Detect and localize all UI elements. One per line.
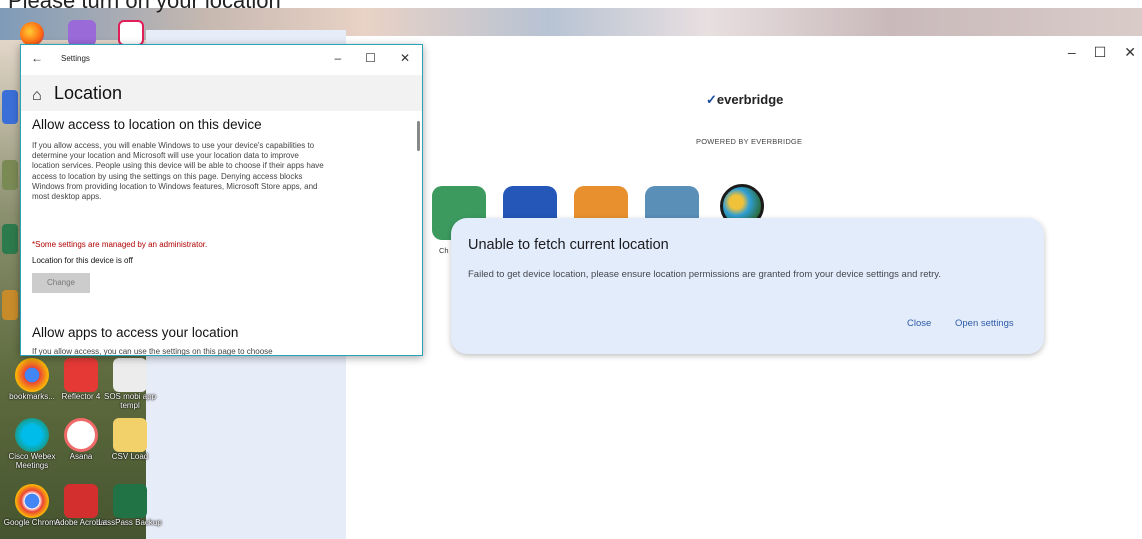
- close-icon[interactable]: ✕: [1124, 44, 1136, 61]
- location-error-dialog: Unable to fetch current location Failed …: [451, 218, 1044, 354]
- bookmarks-icon: [15, 358, 49, 392]
- scrollbar[interactable]: [417, 121, 420, 151]
- flower-app-icon[interactable]: [68, 20, 96, 46]
- slack-icon[interactable]: [118, 20, 144, 46]
- section-heading-device-access: Allow access to location on this device: [32, 117, 262, 132]
- back-arrow-icon[interactable]: ←: [31, 51, 43, 65]
- acrobat-icon: [64, 484, 98, 518]
- settings-window: ← Settings – ☐ ✕ ⌂ Location Allow access…: [20, 44, 423, 356]
- reflector-icon: [64, 358, 98, 392]
- asana-icon: [64, 418, 98, 452]
- settings-window-controls: – ☐ ✕: [334, 51, 410, 65]
- settings-titlebar: ← Settings – ☐ ✕: [21, 45, 422, 75]
- close-icon[interactable]: ✕: [400, 51, 410, 65]
- close-button[interactable]: Close: [907, 318, 931, 329]
- maximize-icon[interactable]: ☐: [1094, 44, 1107, 61]
- top-banner-text: Please turn on your location: [8, 0, 281, 13]
- change-button[interactable]: Change: [32, 273, 90, 293]
- admin-warning: *Some settings are managed by an adminis…: [32, 240, 208, 249]
- minimize-icon[interactable]: –: [1068, 44, 1076, 61]
- desktop-icon-partial[interactable]: [2, 224, 18, 254]
- everbridge-logo: ✓everbridge: [706, 92, 784, 107]
- open-settings-button[interactable]: Open settings: [955, 318, 1014, 329]
- desktop-icon-partial[interactable]: [2, 90, 18, 124]
- settings-title: Settings: [61, 54, 90, 63]
- webex-icon: [15, 418, 49, 452]
- desktop-icon-partial[interactable]: [2, 160, 18, 190]
- document-icon: [113, 358, 147, 392]
- page-title: Location: [54, 83, 123, 103]
- section-heading-app-access: Allow apps to access your location: [32, 325, 239, 340]
- dialog-title: Unable to fetch current location: [468, 237, 669, 253]
- folder-icon: [113, 418, 147, 452]
- section-description-cut: If you allow access, you can use the set…: [32, 347, 273, 356]
- desktop-icon-sos-template[interactable]: SOS mobi app templ: [98, 358, 162, 410]
- desktop-icon-csv-load[interactable]: CSV Load: [98, 418, 162, 461]
- powered-by-text: POWERED BY EVERBRIDGE: [696, 137, 803, 146]
- minimize-icon[interactable]: –: [334, 51, 341, 65]
- app-window-controls: – ☐ ✕: [1068, 44, 1136, 61]
- desktop-icon-partial[interactable]: [2, 290, 18, 320]
- tile-label-partial: Ch: [439, 246, 449, 255]
- checkmark-icon: ✓: [706, 92, 717, 107]
- top-banner: Please turn on your location: [0, 0, 1142, 13]
- home-icon: ⌂: [32, 87, 42, 104]
- section-description: If you allow access, you will enable Win…: [32, 141, 324, 202]
- maximize-icon[interactable]: ☐: [365, 51, 376, 65]
- device-location-status: Location for this device is off: [32, 256, 133, 265]
- dialog-message: Failed to get device location, please en…: [468, 269, 941, 280]
- excel-icon: [113, 484, 147, 518]
- firefox-icon[interactable]: [20, 22, 44, 46]
- desktop-icon-lastpass-backup[interactable]: LassPass Backup: [98, 484, 162, 527]
- chrome-icon: [15, 484, 49, 518]
